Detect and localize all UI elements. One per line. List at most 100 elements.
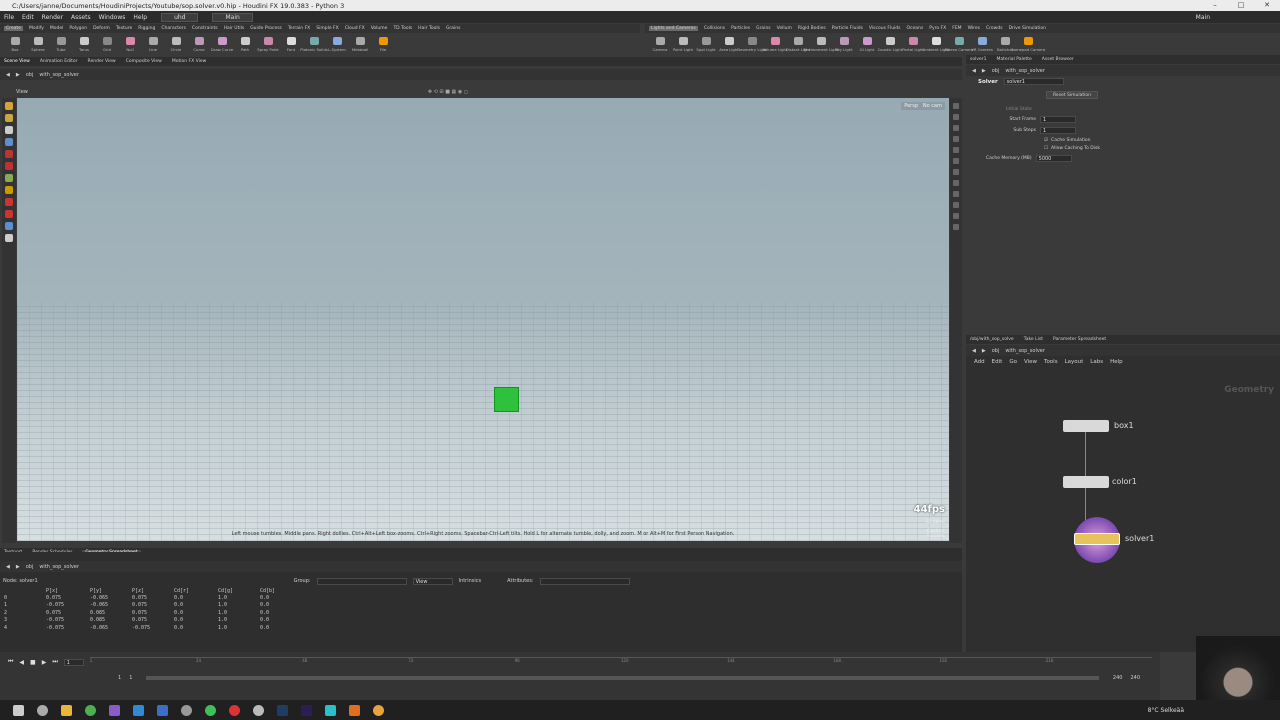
shelf-tab-fem[interactable]: FEM: [952, 26, 961, 31]
net-menu-help[interactable]: Help: [1110, 359, 1123, 365]
column-header[interactable]: P[z]: [132, 588, 174, 594]
tool-metaball[interactable]: Metaball: [351, 37, 369, 52]
play-icon[interactable]: ▶: [42, 659, 47, 666]
display-icon[interactable]: [953, 103, 959, 109]
shelf-tab-hair-utils[interactable]: Hair Utils: [224, 26, 245, 31]
tool-path[interactable]: Path: [236, 37, 254, 52]
tool-platonic-solids[interactable]: Platonic Solids: [300, 37, 328, 52]
tool-geometry-light[interactable]: Geometry Light: [737, 37, 767, 52]
tool-caustic-light[interactable]: Caustic Light: [878, 37, 902, 52]
column-header[interactable]: P[x]: [46, 588, 90, 594]
range-start-field[interactable]: 1: [129, 675, 132, 681]
current-frame-field[interactable]: 1: [63, 658, 84, 666]
tool-spray-paint[interactable]: Spray Paint: [257, 37, 279, 52]
tool-l-system[interactable]: L-System: [328, 37, 346, 52]
tool-draw-curve[interactable]: Draw Curve: [211, 37, 233, 52]
select-icon[interactable]: [5, 102, 13, 110]
shelf-tab-wires[interactable]: Wires: [968, 26, 980, 31]
column-header[interactable]: Cd[r]: [174, 588, 218, 594]
shelf-tab-td-tools[interactable]: TD Tools: [393, 26, 412, 31]
shelf-tab-lights-and-cameras[interactable]: Lights and Cameras: [649, 26, 698, 31]
shelf-tab-oceans[interactable]: Oceans: [907, 26, 924, 31]
shelf-tab-polygon[interactable]: Polygon: [69, 26, 87, 31]
tool-null[interactable]: Null: [121, 37, 139, 52]
cache-memory-field[interactable]: 5000: [1035, 155, 1072, 162]
column-header[interactable]: P[y]: [90, 588, 132, 594]
media-icon[interactable]: [229, 704, 240, 716]
range-end-label[interactable]: 240: [1113, 675, 1123, 681]
net-menu-edit[interactable]: Edit: [992, 359, 1003, 365]
tab-parameter-spreadsheet[interactable]: Parameter Spreadsheet: [1053, 337, 1106, 342]
shelf-tab-characters[interactable]: Characters: [161, 26, 186, 31]
points-icon[interactable]: [953, 169, 959, 175]
node-box1[interactable]: [1063, 420, 1109, 432]
persp-menu[interactable]: Persp: [901, 102, 921, 110]
tab-animation-editor[interactable]: Animation Editor: [40, 59, 78, 64]
tab-take-list[interactable]: Take List: [1024, 337, 1043, 342]
chrome-icon[interactable]: [85, 704, 96, 716]
tool-sphere[interactable]: Sphere: [29, 37, 47, 52]
tool-line[interactable]: Line: [144, 37, 162, 52]
search-icon[interactable]: [37, 704, 48, 716]
vs-blue-icon[interactable]: [157, 704, 168, 716]
forward-icon[interactable]: ▶: [16, 564, 20, 570]
intrinsics-label[interactable]: Intrinsics: [459, 578, 482, 584]
scene-viewport[interactable]: Persp No cam 44fps 22.58ms 6 prims 8 poi…: [17, 98, 949, 541]
sculpt-icon[interactable]: [5, 174, 13, 182]
table-row[interactable]: 3 -0.075 0.085 0.075 0.0 1.0 0.0: [4, 617, 962, 624]
tab-scene-view[interactable]: Scene View: [4, 59, 30, 64]
path-with-sop-solver[interactable]: with_sop_solver: [39, 564, 79, 570]
tool-vr-camera[interactable]: VR Camera: [971, 37, 993, 52]
tool-sky-light[interactable]: Sky Light: [835, 37, 853, 52]
visual-studio-icon[interactable]: [109, 704, 120, 716]
shelf-tab-texture[interactable]: Texture: [116, 26, 132, 31]
magnet-icon[interactable]: [5, 198, 13, 206]
shelf-tab-particle-fluids[interactable]: Particle Fluids: [832, 26, 863, 31]
green-cube[interactable]: [494, 387, 519, 412]
shelf-tab-constraints[interactable]: Constraints: [192, 26, 218, 31]
network-editor[interactable]: ◀ ▶ obj with_sop_solver Add Edit Go View Too…: [966, 345, 1280, 652]
jump-end-icon[interactable]: ⏭: [52, 658, 57, 666]
path-obj[interactable]: obj: [26, 72, 34, 78]
paint-icon[interactable]: [5, 162, 13, 170]
tab-solver1[interactable]: solver1: [970, 57, 987, 62]
shelf-tab-create[interactable]: Create: [4, 26, 23, 31]
tab-obj-with-sop-solve[interactable]: /obj/with_sop_solve: [970, 337, 1014, 342]
path-obj[interactable]: obj: [992, 68, 1000, 74]
back-icon[interactable]: ◀: [972, 348, 976, 354]
camera-menu[interactable]: No cam: [919, 102, 945, 110]
tool-spot-light[interactable]: Spot Light: [696, 37, 716, 52]
tool-font[interactable]: Font: [282, 37, 300, 52]
shelf-tab-terrain-fx[interactable]: Terrain FX: [288, 26, 310, 31]
jump-start-icon[interactable]: ⏮: [8, 658, 13, 666]
menu-windows[interactable]: Windows: [99, 14, 126, 21]
path-with-sop-solver[interactable]: with_sop_solver: [1005, 348, 1045, 354]
back-icon[interactable]: ◀: [6, 72, 10, 78]
shelf-tab-vellum[interactable]: Vellum: [777, 26, 792, 31]
column-header[interactable]: Cd[b]: [260, 588, 300, 594]
range-end-field[interactable]: 240: [1130, 675, 1140, 681]
shelf-tab-collisions[interactable]: Collisions: [704, 26, 725, 31]
handle-icon[interactable]: [5, 138, 13, 146]
shelf-tab-deform[interactable]: Deform: [93, 26, 110, 31]
menu-file[interactable]: File: [4, 14, 14, 21]
back-icon[interactable]: ◀: [6, 564, 10, 570]
net-menu-layout[interactable]: Layout: [1065, 359, 1084, 365]
tab-render-view[interactable]: Render View: [88, 59, 116, 64]
shelf-tab-rigging[interactable]: Rigging: [138, 26, 155, 31]
timeline-ruler[interactable]: 1 24 48 72 96 120 144 168 192 216: [89, 657, 1152, 667]
tool-file[interactable]: File: [374, 37, 392, 52]
tool-portal-light[interactable]: Portal Light: [902, 37, 924, 52]
node-solver1[interactable]: [1074, 533, 1120, 545]
lasso-icon[interactable]: [5, 210, 13, 218]
path-obj[interactable]: obj: [992, 348, 1000, 354]
whatsapp-icon[interactable]: [205, 704, 216, 716]
after-effects-icon[interactable]: [301, 704, 312, 716]
attributes-field[interactable]: [539, 577, 630, 585]
camera-icon[interactable]: [5, 234, 13, 242]
shelf-tab-grains[interactable]: Grains: [446, 26, 461, 31]
tool-environment-light[interactable]: Environment Light: [804, 37, 838, 52]
forward-icon[interactable]: ▶: [16, 72, 20, 78]
tool-grid[interactable]: Grid: [98, 37, 116, 52]
tool-torus[interactable]: Torus: [75, 37, 93, 52]
